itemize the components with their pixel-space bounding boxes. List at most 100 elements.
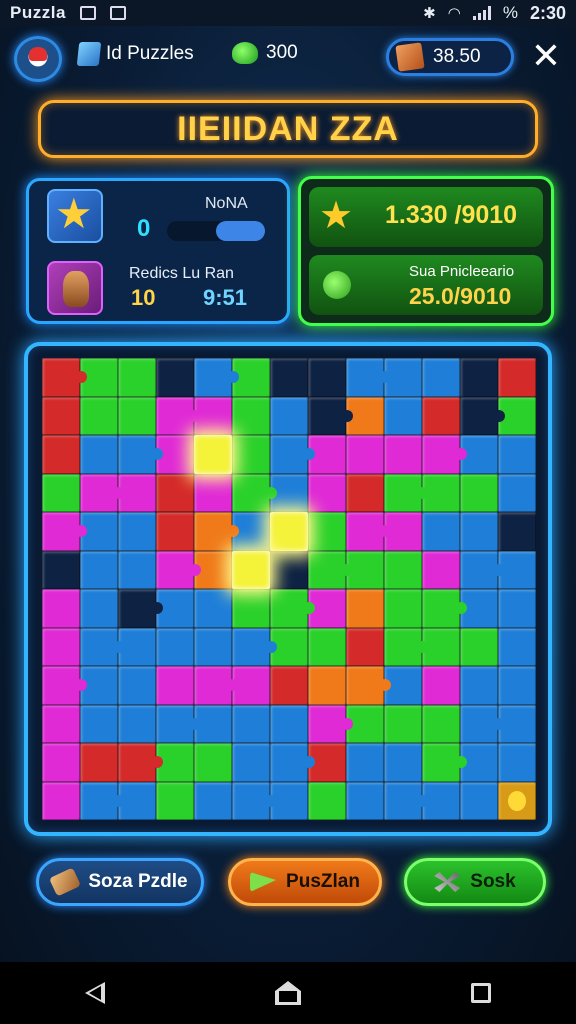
puzzle-piece[interactable] — [498, 358, 536, 397]
puzzle-piece[interactable] — [346, 512, 391, 551]
puzzle-piece[interactable] — [346, 589, 384, 628]
puzzle-piece[interactable] — [232, 743, 270, 782]
puzzle-piece[interactable] — [308, 512, 346, 551]
puzzle-piece[interactable] — [118, 704, 156, 743]
puzzle-piece[interactable] — [384, 627, 429, 666]
puzzle-piece[interactable] — [118, 550, 156, 589]
puzzle-piece[interactable] — [498, 473, 536, 512]
tools-button[interactable]: Sosk — [404, 858, 546, 906]
puzzle-piece[interactable] — [346, 666, 391, 705]
puzzle-piece[interactable] — [498, 512, 536, 551]
puzzle-piece[interactable] — [384, 589, 422, 628]
puzzle-piece[interactable] — [156, 473, 194, 512]
puzzle-piece[interactable] — [80, 589, 118, 628]
puzzle-piece[interactable] — [308, 550, 353, 589]
puzzle-piece[interactable] — [232, 589, 270, 628]
recent-apps-icon[interactable] — [471, 983, 491, 1003]
puzzle-piece[interactable] — [346, 627, 384, 666]
puzzle-piece[interactable] — [156, 666, 194, 705]
puzzle-action-button[interactable]: PusZlan — [228, 858, 382, 906]
puzzle-piece[interactable] — [308, 627, 346, 666]
puzzle-piece[interactable] — [384, 781, 429, 820]
puzzle-piece[interactable] — [156, 358, 194, 397]
puzzle-piece[interactable] — [118, 396, 156, 435]
puzzle-piece[interactable] — [384, 396, 422, 435]
puzzle-piece[interactable] — [232, 435, 270, 474]
puzzle-piece[interactable] — [42, 435, 80, 474]
gold-coin-piece[interactable] — [498, 781, 536, 820]
puzzle-piece[interactable] — [80, 627, 125, 666]
puzzle-piece[interactable] — [42, 781, 80, 820]
puzzle-piece[interactable] — [308, 666, 346, 705]
gems-counter[interactable]: 300 — [232, 42, 298, 64]
puzzle-piece[interactable] — [346, 781, 384, 820]
puzzle-piece[interactable] — [156, 512, 194, 551]
puzzle-piece[interactable] — [156, 627, 194, 666]
puzzle-piece[interactable] — [232, 550, 270, 589]
back-icon[interactable] — [85, 982, 105, 1004]
puzzle-piece[interactable] — [422, 396, 460, 435]
puzzle-piece[interactable] — [42, 704, 80, 743]
puzzle-piece[interactable] — [422, 743, 467, 782]
puzzle-piece[interactable] — [346, 435, 384, 474]
puzzle-piece[interactable] — [270, 550, 308, 589]
puzzle-piece[interactable] — [346, 743, 384, 782]
puzzle-piece[interactable] — [270, 358, 308, 397]
puzzle-piece[interactable] — [498, 666, 536, 705]
puzzle-piece[interactable] — [346, 473, 384, 512]
puzzle-piece[interactable] — [80, 743, 118, 782]
puzzle-piece[interactable] — [232, 396, 270, 435]
puzzle-piece[interactable] — [118, 589, 163, 628]
puzzle-piece[interactable] — [156, 781, 194, 820]
puzzle-piece[interactable] — [232, 704, 270, 743]
puzzle-piece[interactable] — [42, 550, 80, 589]
puzzle-piece[interactable] — [118, 743, 163, 782]
puzzle-piece[interactable] — [422, 435, 467, 474]
puzzle-piece[interactable] — [42, 396, 80, 435]
puzzle-piece[interactable] — [308, 781, 346, 820]
puzzle-piece[interactable] — [346, 358, 391, 397]
profile-avatar-icon[interactable] — [14, 36, 62, 82]
puzzle-piece[interactable] — [118, 512, 156, 551]
puzzles-counter[interactable]: Id Puzzles — [76, 42, 194, 66]
puzzle-piece[interactable] — [308, 396, 353, 435]
puzzle-piece[interactable] — [270, 589, 315, 628]
puzzle-piece[interactable] — [498, 435, 536, 474]
puzzle-piece[interactable] — [460, 704, 505, 743]
puzzle-piece[interactable] — [384, 704, 422, 743]
puzzle-piece[interactable] — [384, 550, 422, 589]
puzzle-piece[interactable] — [118, 358, 156, 397]
puzzle-piece[interactable] — [194, 589, 232, 628]
puzzle-piece[interactable] — [270, 396, 308, 435]
puzzle-piece[interactable] — [194, 627, 232, 666]
puzzle-piece[interactable] — [194, 358, 239, 397]
puzzle-piece[interactable] — [80, 781, 125, 820]
puzzle-piece[interactable] — [308, 473, 346, 512]
puzzle-piece[interactable] — [270, 512, 308, 551]
puzzle-piece[interactable] — [422, 358, 460, 397]
puzzle-piece[interactable] — [384, 473, 429, 512]
puzzle-piece[interactable] — [194, 743, 232, 782]
puzzle-piece[interactable] — [422, 589, 467, 628]
puzzle-piece[interactable] — [422, 704, 460, 743]
puzzle-piece[interactable] — [42, 589, 80, 628]
puzzle-piece[interactable] — [460, 666, 498, 705]
puzzle-piece[interactable] — [156, 550, 201, 589]
puzzle-piece[interactable] — [498, 627, 536, 666]
puzzle-piece[interactable] — [80, 550, 118, 589]
puzzle-piece[interactable] — [308, 704, 353, 743]
puzzle-piece[interactable] — [232, 473, 277, 512]
home-icon[interactable] — [275, 981, 301, 1005]
puzzle-piece[interactable] — [42, 666, 87, 705]
puzzle-piece[interactable] — [460, 358, 498, 397]
puzzle-piece[interactable] — [42, 743, 80, 782]
puzzle-piece[interactable] — [42, 473, 80, 512]
puzzle-piece[interactable] — [460, 781, 498, 820]
puzzle-piece[interactable] — [80, 396, 118, 435]
puzzle-piece[interactable] — [460, 473, 498, 512]
puzzle-piece[interactable] — [232, 627, 277, 666]
puzzle-piece[interactable] — [270, 743, 315, 782]
puzzle-piece[interactable] — [156, 396, 201, 435]
save-puzzle-button[interactable]: Soza Pzdle — [36, 858, 204, 906]
puzzle-piece[interactable] — [460, 550, 505, 589]
